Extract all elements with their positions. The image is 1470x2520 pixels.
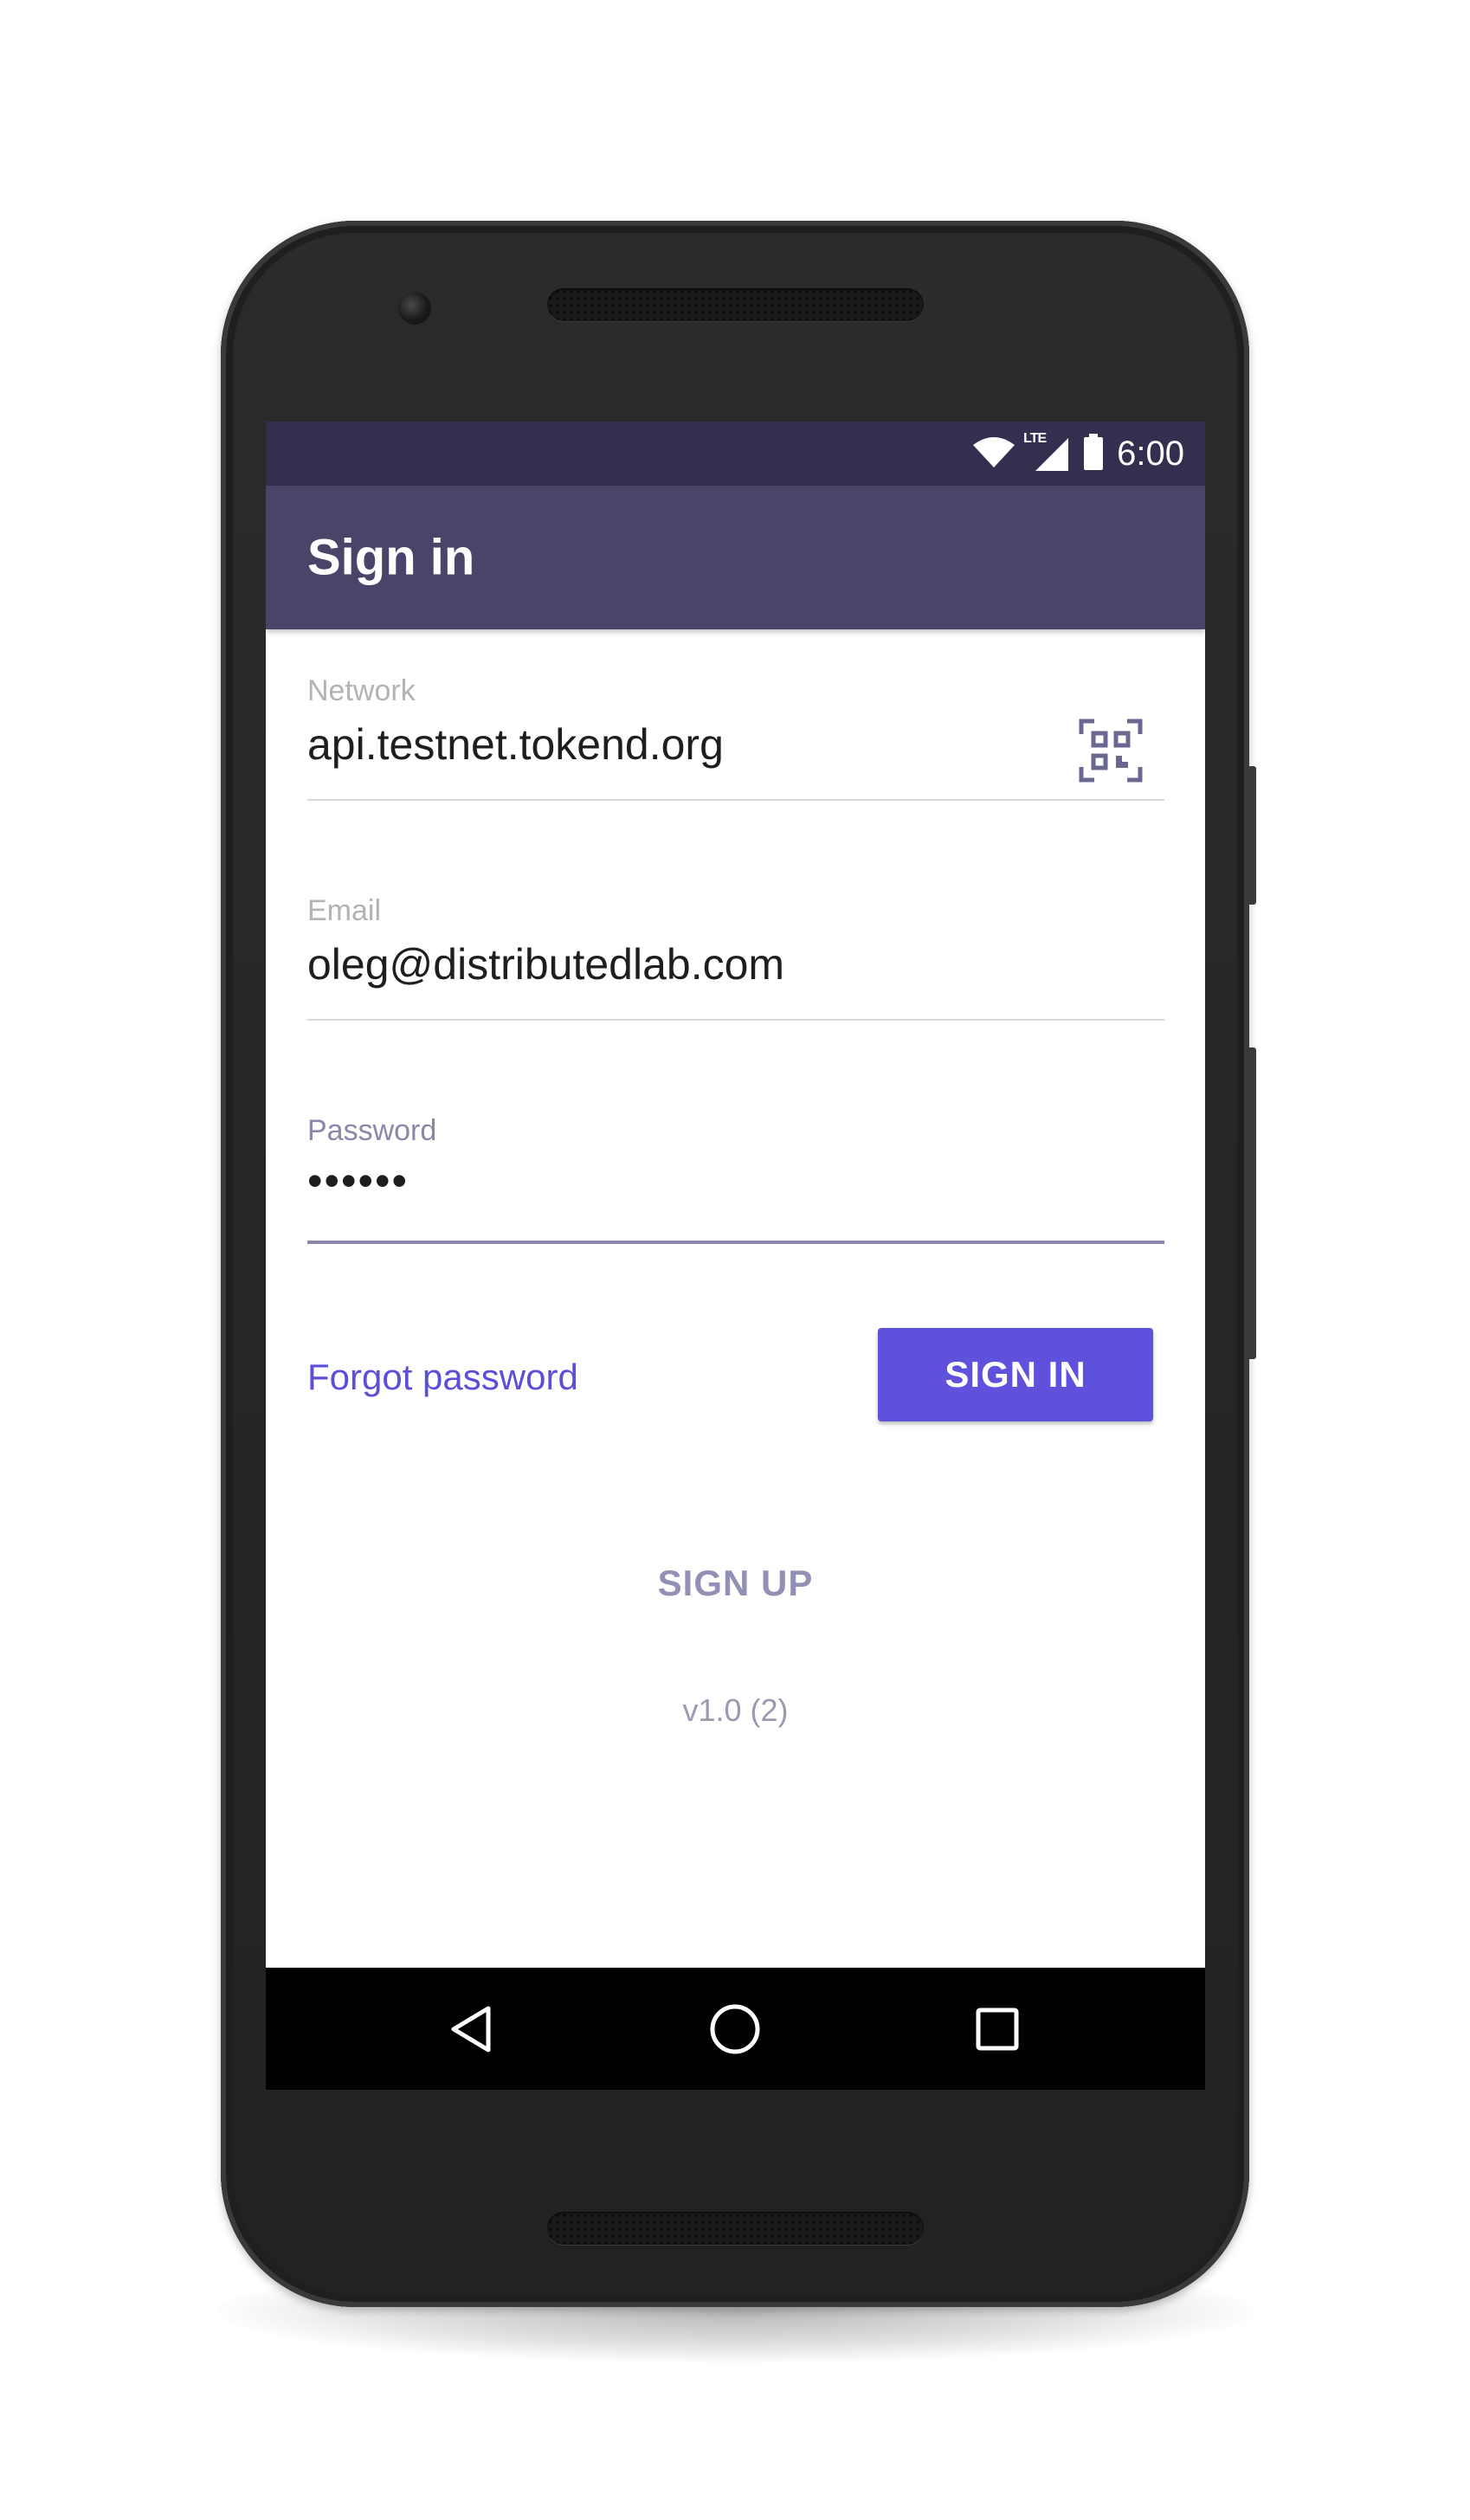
status-time: 6:00 <box>1117 434 1184 473</box>
network-underline <box>307 799 1164 801</box>
home-icon[interactable] <box>674 1968 796 2090</box>
forgot-password-link[interactable]: Forgot password <box>307 1357 578 1398</box>
top-speaker <box>547 288 924 321</box>
lte-badge: LTE <box>1023 431 1047 446</box>
password-field[interactable]: Password •••••• <box>307 1114 1164 1253</box>
app-version: v1.0 (2) <box>682 1692 789 1728</box>
front-camera <box>398 292 431 325</box>
bottom-speaker <box>547 2212 924 2245</box>
navigation-bar <box>266 1968 1205 2090</box>
password-input[interactable]: •••••• <box>307 1156 1052 1206</box>
status-icons: LTE 6:00 <box>971 422 1184 486</box>
network-label: Network <box>307 674 416 707</box>
cellular-signal-icon: LTE <box>1023 431 1070 473</box>
phone-screen: LTE 6:00 Sign in Network api.testnet.tok… <box>266 422 1205 2090</box>
status-bar: LTE 6:00 <box>266 422 1205 486</box>
network-input[interactable]: api.testnet.tokend.org <box>307 719 1052 770</box>
password-label: Password <box>307 1114 437 1147</box>
qr-code-scan-icon[interactable] <box>1078 718 1144 783</box>
email-underline <box>307 1019 1164 1021</box>
password-underline-focused <box>307 1241 1164 1244</box>
app-bar: Sign in <box>266 486 1205 629</box>
email-field[interactable]: Email oleg@distributedlab.com <box>307 894 1164 1024</box>
email-label: Email <box>307 894 382 927</box>
page-title: Sign in <box>307 529 475 586</box>
power-button <box>1248 766 1256 905</box>
sign-up-button[interactable]: SIGN UP <box>266 1563 1205 1604</box>
email-input[interactable]: oleg@distributedlab.com <box>307 939 1052 989</box>
back-icon[interactable] <box>410 1968 532 2090</box>
recents-icon[interactable] <box>937 1968 1058 2090</box>
sign-in-button[interactable]: SIGN IN <box>878 1328 1153 1421</box>
network-field[interactable]: Network api.testnet.tokend.org <box>307 674 1164 804</box>
wifi-icon <box>971 435 1016 474</box>
volume-button <box>1248 1047 1256 1359</box>
battery-icon <box>1082 433 1105 475</box>
